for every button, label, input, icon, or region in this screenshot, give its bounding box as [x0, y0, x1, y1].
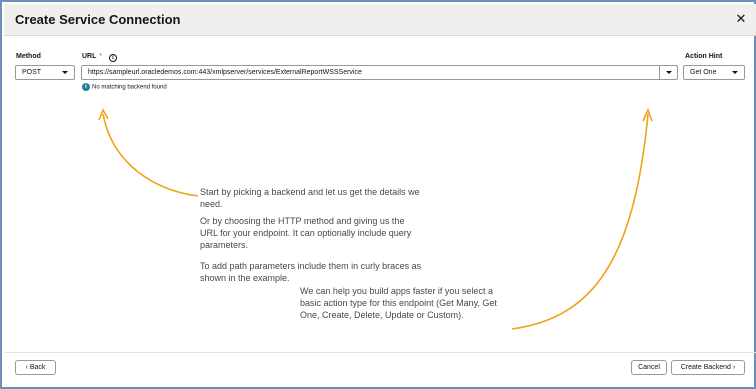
help-paragraph-3: To add path parameters include them in c… — [200, 260, 421, 284]
help-paragraph-4: We can help you build apps faster if you… — [300, 285, 497, 321]
help-line: basic action type for this endpoint (Get… — [300, 298, 497, 308]
create-backend-button[interactable]: Create Backend › — [671, 360, 745, 375]
help-line: To add path parameters include them in c… — [200, 261, 422, 271]
help-paragraph-1: Start by picking a backend and let us ge… — [200, 186, 420, 210]
create-backend-label: Create Backend — [680, 364, 731, 371]
help-line: Or by choosing the HTTP method and givin… — [200, 216, 405, 226]
cancel-label: Cancel — [638, 364, 660, 371]
cancel-button[interactable]: Cancel — [631, 360, 667, 375]
footer-divider — [4, 352, 756, 353]
help-paragraph-2: Or by choosing the HTTP method and givin… — [200, 215, 411, 251]
arrow-to-url — [102, 113, 199, 197]
chevron-left-icon: ‹ — [25, 364, 28, 371]
back-button[interactable]: ‹ Back — [15, 360, 56, 375]
help-line: One, Create, Delete, Update or Custom). — [300, 310, 464, 320]
chevron-right-icon: › — [732, 364, 736, 371]
help-line: parameters. — [200, 240, 249, 250]
dialog: Create Service Connection ✕ Method POST … — [0, 0, 756, 389]
help-line: URL for your endpoint. It can optionally… — [200, 228, 412, 238]
help-line: need. — [200, 199, 223, 209]
back-label: Back — [29, 364, 46, 371]
help-line: Start by picking a backend and let us ge… — [200, 187, 420, 197]
help-line: shown in the example. — [200, 273, 290, 283]
arrow-to-action-hint — [511, 113, 649, 330]
help-line: We can help you build apps faster if you… — [300, 286, 493, 296]
